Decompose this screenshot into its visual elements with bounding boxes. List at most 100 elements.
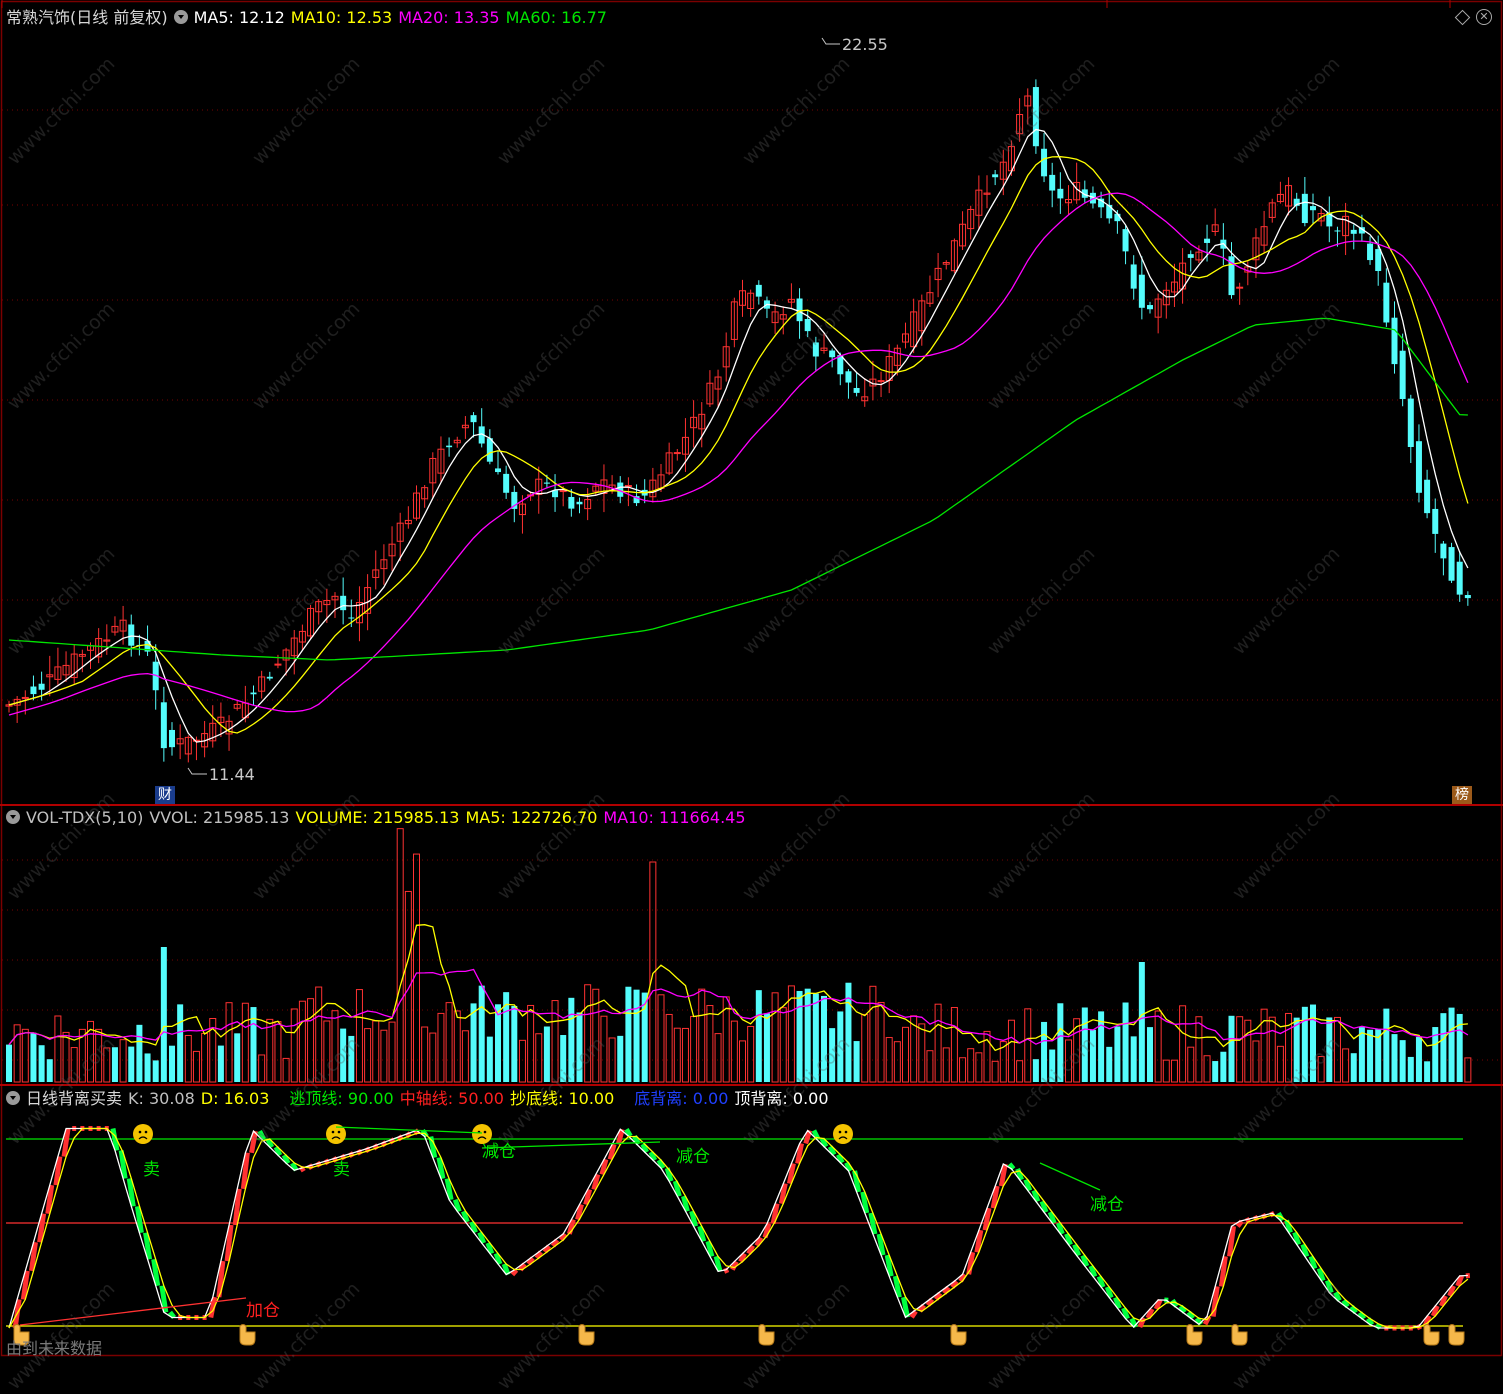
volume-bar: [22, 1029, 28, 1082]
volume-bar: [471, 1003, 477, 1082]
finance-badge[interactable]: 财: [155, 786, 175, 804]
vol-title[interactable]: VOL-TDX(5,10): [26, 808, 143, 827]
volume-bar: [348, 1036, 354, 1082]
volume-bar: [1082, 1007, 1088, 1082]
face-eye: [139, 1131, 142, 1134]
candle-body: [1147, 305, 1153, 309]
volume-bar: [487, 1037, 493, 1082]
volume-bar: [1188, 1047, 1194, 1082]
hand-pointer-icon: [579, 1325, 594, 1346]
volume-bar: [308, 999, 314, 1082]
candle-body: [30, 687, 36, 695]
volume-bar: [1090, 1030, 1096, 1082]
k-label: K: 30.08: [128, 1089, 195, 1108]
volume-bar: [275, 1022, 281, 1082]
divergence-line: [1040, 1163, 1100, 1190]
oscillator-plot[interactable]: [6, 1129, 1470, 1329]
ranking-badge[interactable]: 榜: [1452, 786, 1472, 804]
volume-bar: [267, 1019, 273, 1082]
candle-body: [267, 677, 273, 679]
volume-bar: [479, 986, 485, 1082]
volume-bar: [568, 998, 574, 1082]
volume-bar: [104, 1048, 110, 1082]
volume-bar: [1123, 1003, 1129, 1082]
candle-body: [1334, 230, 1340, 231]
volume-bar: [674, 1028, 680, 1082]
vvol-label: VVOL: 215985.13: [149, 808, 289, 827]
volume-bar: [1025, 1009, 1031, 1082]
candle-body: [348, 618, 354, 619]
volume-bar: [1033, 1059, 1039, 1082]
volume-bar: [829, 1028, 835, 1082]
volume-bar: [1196, 1017, 1202, 1082]
volume-bar: [1359, 1027, 1365, 1082]
candle-body: [544, 483, 550, 484]
candle-body: [1057, 189, 1063, 199]
d-label: D: 16.03: [201, 1089, 270, 1108]
candle-body: [1302, 194, 1308, 223]
volume-bar: [405, 891, 411, 1082]
volume-bar: [63, 1032, 69, 1082]
volume-label: VOLUME: 215985.13: [295, 808, 459, 827]
candle-body: [797, 298, 803, 321]
volume-bar: [1171, 1060, 1177, 1082]
volume-bar: [511, 1006, 517, 1082]
footer-text: 由到未来数据: [6, 1335, 102, 1359]
ma60-label: MA60: 16.77: [506, 8, 607, 27]
volume-bar: [634, 990, 640, 1082]
vol-ma5-line: [9, 925, 1468, 1051]
volume-bar: [536, 1034, 542, 1082]
signal-label: 卖: [333, 1160, 350, 1180]
ma20-label: MA20: 13.35: [398, 8, 499, 27]
volume-bar: [919, 1024, 925, 1082]
volume-bars[interactable]: [6, 829, 1471, 1082]
candle-body: [1188, 254, 1194, 258]
volume-bar: [617, 1036, 623, 1082]
low-price-pointer: [188, 768, 207, 774]
price-candles[interactable]: [6, 79, 1471, 762]
volume-bar: [145, 1053, 151, 1082]
face-eye: [839, 1131, 842, 1134]
close-icon[interactable]: ✕: [1476, 9, 1492, 25]
dropdown-icon[interactable]: [174, 10, 188, 24]
candle-body: [275, 664, 281, 665]
stock-title[interactable]: 常熟汽饰(日线 前复权): [6, 8, 168, 27]
volume-bar: [1147, 1027, 1153, 1082]
volume-bar: [71, 1048, 77, 1082]
candle-body: [340, 596, 346, 610]
dropdown-icon[interactable]: [6, 1091, 20, 1105]
osc-title[interactable]: 日线背离买卖: [26, 1089, 122, 1108]
volume-bar: [666, 1014, 672, 1082]
volume-bar: [120, 1040, 126, 1082]
volume-bar: [39, 1045, 45, 1082]
oscillator-panel-header: 日线背离买卖K: 30.08D: 16.03逃顶线: 90.00中轴线: 50.…: [6, 1088, 835, 1110]
candle-body: [1449, 547, 1455, 581]
volume-bar: [414, 854, 420, 1082]
candle-body: [1424, 480, 1430, 513]
volume-bar: [438, 1013, 444, 1082]
volume-bar: [731, 1021, 737, 1082]
volume-bar: [1106, 1047, 1112, 1082]
dropdown-icon[interactable]: [6, 810, 20, 824]
volume-bar: [943, 1048, 949, 1082]
signal-label: 卖: [143, 1160, 160, 1180]
volume-panel-header: VOL-TDX(5,10) VVOL: 215985.13 VOLUME: 2159…: [6, 807, 752, 829]
volume-bar: [291, 1009, 297, 1082]
volume-bar: [161, 947, 167, 1082]
candle-body: [1383, 283, 1389, 323]
volume-bar: [519, 1040, 525, 1082]
candle-body: [674, 453, 680, 454]
volume-bar: [324, 1021, 330, 1082]
volume-bar: [1131, 1036, 1137, 1082]
volume-bar: [430, 1033, 436, 1082]
volume-bar: [821, 996, 827, 1082]
candle-body: [1457, 562, 1463, 595]
volume-bar: [1017, 1061, 1023, 1082]
volume-bar: [136, 1025, 142, 1082]
volume-bar: [951, 1008, 957, 1082]
volume-bar: [577, 1012, 583, 1082]
volume-bar: [1326, 1017, 1332, 1082]
candle-body: [1400, 351, 1406, 399]
candle-body: [1310, 206, 1316, 210]
volume-bar: [422, 1027, 428, 1082]
